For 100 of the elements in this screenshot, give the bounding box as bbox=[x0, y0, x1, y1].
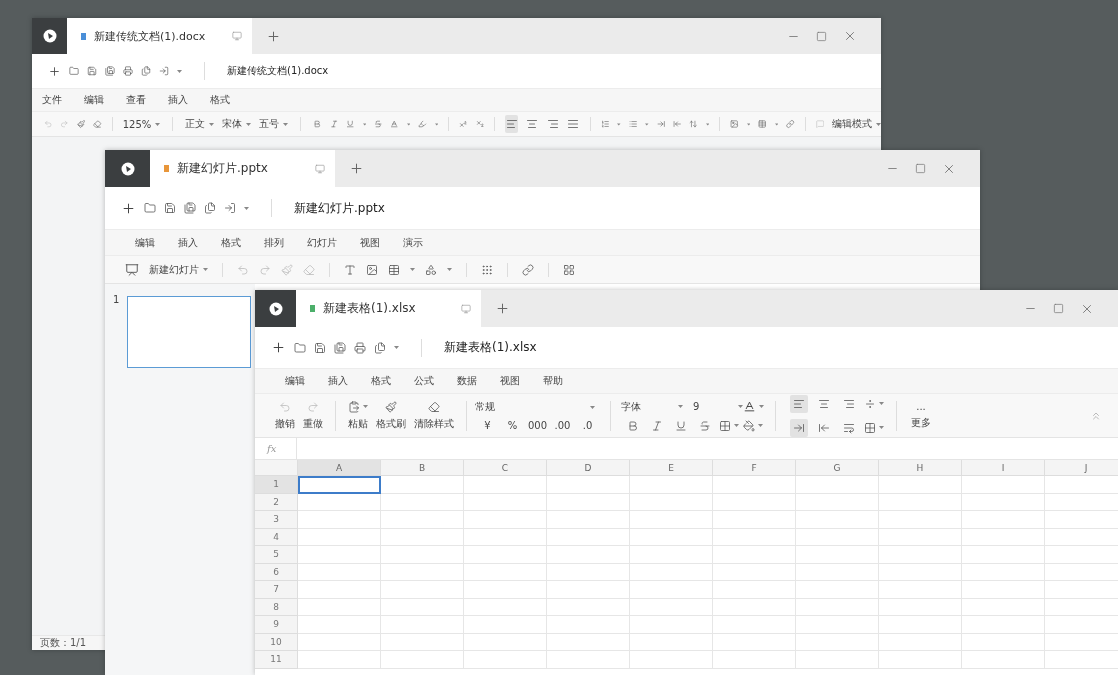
superscript-icon[interactable] bbox=[459, 118, 468, 130]
print-icon[interactable] bbox=[354, 341, 366, 354]
table-cell[interactable] bbox=[381, 493, 464, 511]
save-as-icon[interactable] bbox=[105, 66, 115, 76]
document-tab[interactable]: 新建传统文档(1).docx bbox=[67, 18, 252, 54]
zoom-dropdown[interactable]: 125% bbox=[122, 118, 161, 130]
highlighter-icon[interactable] bbox=[418, 118, 427, 130]
font-dropdown[interactable]: 字体 bbox=[621, 399, 683, 414]
table-cell[interactable] bbox=[547, 581, 630, 599]
table-cell[interactable] bbox=[630, 598, 713, 616]
table-cell[interactable] bbox=[962, 476, 1045, 494]
table-cell[interactable] bbox=[464, 493, 547, 511]
table-cell[interactable] bbox=[298, 546, 381, 564]
table-cell[interactable] bbox=[796, 528, 879, 546]
table-cell[interactable] bbox=[547, 476, 630, 494]
table-cell[interactable] bbox=[381, 528, 464, 546]
table-cell[interactable] bbox=[713, 633, 796, 651]
document-tab[interactable]: 新建表格(1).xlsx bbox=[296, 290, 481, 327]
table-cell[interactable] bbox=[381, 546, 464, 564]
table-cell[interactable] bbox=[879, 581, 962, 599]
table-cell[interactable] bbox=[713, 598, 796, 616]
column-header[interactable]: I bbox=[962, 460, 1045, 476]
table-cell[interactable] bbox=[962, 581, 1045, 599]
border-icon[interactable] bbox=[719, 419, 731, 432]
table-cell[interactable] bbox=[464, 598, 547, 616]
document-tab[interactable]: 新建幻灯片.pptx bbox=[150, 150, 335, 187]
maximize-icon[interactable] bbox=[915, 163, 926, 174]
table-cell[interactable] bbox=[381, 633, 464, 651]
table-cell[interactable] bbox=[464, 476, 547, 494]
clear-style-button[interactable]: 清除样式 bbox=[410, 400, 458, 431]
menu-item[interactable]: 幻灯片 bbox=[307, 235, 337, 250]
table-cell[interactable] bbox=[464, 546, 547, 564]
table-cell[interactable] bbox=[630, 476, 713, 494]
format-painter-icon[interactable] bbox=[385, 400, 397, 413]
table-cell[interactable] bbox=[630, 546, 713, 564]
redo-icon[interactable] bbox=[307, 400, 319, 413]
underline-icon[interactable] bbox=[675, 419, 687, 432]
table-cell[interactable] bbox=[547, 633, 630, 651]
more-button[interactable]: ... 更多 bbox=[907, 401, 935, 430]
table-cell[interactable] bbox=[630, 616, 713, 634]
table-cell[interactable] bbox=[713, 528, 796, 546]
table-cell[interactable] bbox=[630, 511, 713, 529]
table-cell[interactable] bbox=[879, 598, 962, 616]
row-header[interactable]: 1 bbox=[255, 476, 298, 494]
copy-icon[interactable] bbox=[374, 341, 386, 354]
table-cell[interactable] bbox=[381, 616, 464, 634]
underline-icon[interactable] bbox=[346, 118, 355, 130]
table-cell[interactable] bbox=[796, 493, 879, 511]
row-header[interactable]: 11 bbox=[255, 651, 298, 669]
table-cell[interactable] bbox=[381, 581, 464, 599]
menu-item[interactable]: 视图 bbox=[500, 374, 520, 388]
table-cell[interactable] bbox=[464, 651, 547, 669]
vertical-align-icon[interactable] bbox=[863, 397, 876, 410]
new-tab-icon[interactable] bbox=[266, 28, 281, 44]
font-size-dropdown[interactable]: 五号 bbox=[259, 117, 289, 131]
export-icon[interactable] bbox=[224, 202, 236, 214]
font-size-dropdown[interactable]: 9 bbox=[693, 401, 743, 412]
comment-icon[interactable] bbox=[815, 118, 825, 130]
table-cell[interactable] bbox=[879, 633, 962, 651]
menu-item[interactable]: 公式 bbox=[414, 374, 434, 388]
table-cell[interactable] bbox=[796, 476, 879, 494]
table-cell[interactable] bbox=[464, 633, 547, 651]
table-cell[interactable] bbox=[879, 546, 962, 564]
maximize-icon[interactable] bbox=[1053, 303, 1064, 314]
copy-icon[interactable] bbox=[141, 66, 151, 76]
undo-button[interactable]: 撤销 bbox=[271, 400, 299, 431]
image-icon[interactable] bbox=[366, 263, 378, 276]
table-cell[interactable] bbox=[547, 528, 630, 546]
outdent-icon[interactable] bbox=[673, 118, 682, 130]
table-cell[interactable] bbox=[547, 598, 630, 616]
indent-icon[interactable] bbox=[656, 118, 665, 130]
table-cell[interactable] bbox=[796, 581, 879, 599]
bold-icon[interactable] bbox=[627, 419, 639, 432]
shapes-icon[interactable] bbox=[425, 263, 437, 276]
undo-icon[interactable] bbox=[44, 118, 53, 130]
table-cell[interactable] bbox=[796, 598, 879, 616]
table-icon[interactable] bbox=[758, 118, 767, 130]
table-cell[interactable] bbox=[630, 493, 713, 511]
strikethrough-icon[interactable] bbox=[699, 419, 711, 432]
table-cell[interactable] bbox=[879, 511, 962, 529]
table-cell[interactable] bbox=[879, 563, 962, 581]
menu-item[interactable]: 插入 bbox=[178, 235, 198, 250]
table-cell[interactable] bbox=[796, 651, 879, 669]
percent-button[interactable]: % bbox=[507, 420, 518, 431]
table-cell[interactable] bbox=[962, 528, 1045, 546]
subscript-icon[interactable] bbox=[475, 118, 485, 130]
link-icon[interactable] bbox=[522, 263, 534, 276]
menu-item[interactable]: 编辑 bbox=[84, 93, 104, 107]
table-cell[interactable] bbox=[713, 493, 796, 511]
table-cell[interactable] bbox=[962, 546, 1045, 564]
table-cell[interactable] bbox=[298, 651, 381, 669]
column-header[interactable]: H bbox=[879, 460, 962, 476]
menu-item[interactable]: 文件 bbox=[42, 93, 62, 107]
row-header[interactable]: 3 bbox=[255, 511, 298, 529]
save-as-icon[interactable] bbox=[184, 202, 196, 214]
table-cell[interactable] bbox=[713, 511, 796, 529]
fill-color-icon[interactable] bbox=[743, 419, 755, 432]
table-cell[interactable] bbox=[547, 546, 630, 564]
table-cell[interactable] bbox=[381, 563, 464, 581]
row-header[interactable]: 5 bbox=[255, 546, 298, 564]
